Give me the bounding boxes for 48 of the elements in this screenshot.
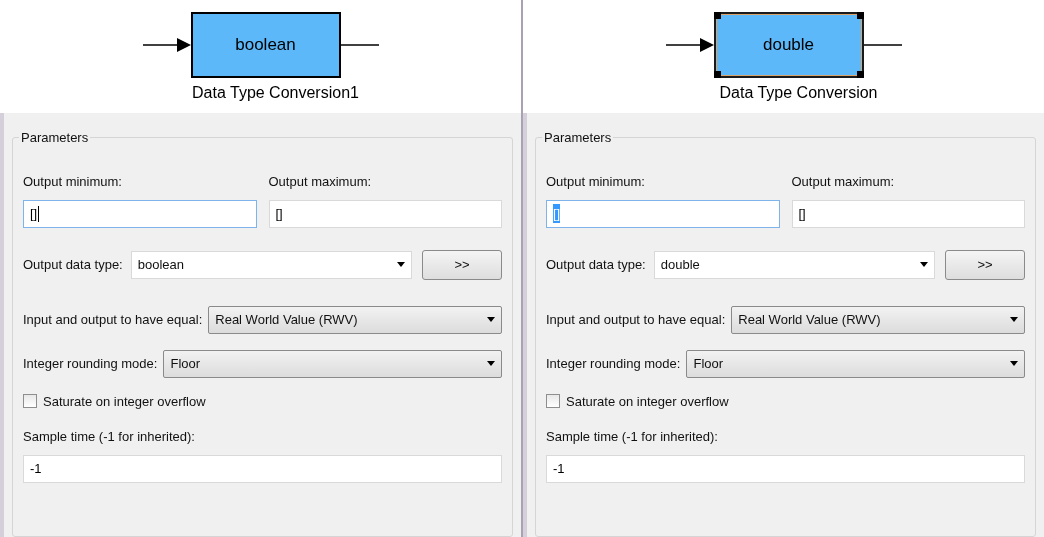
dropdown[interactable]: Real World Value (RWV) <box>208 305 502 334</box>
dropdown[interactable]: Floor <box>163 349 502 378</box>
checkbox[interactable] <box>546 394 560 409</box>
field-label: Output data type: <box>546 255 646 274</box>
checkbox-label: Saturate on integer overflow <box>566 392 729 411</box>
checkbox-label: Saturate on integer overflow <box>43 392 206 411</box>
dropdown-arrow-icon <box>397 262 405 267</box>
input-field[interactable]: -1 <box>546 454 1025 483</box>
output-line <box>863 43 902 47</box>
field-label: Input and output to have equal: <box>546 310 726 329</box>
field-label: Integer rounding mode: <box>546 354 681 373</box>
dropdown-arrow-icon <box>1010 317 1018 322</box>
dropdown[interactable]: Floor <box>686 349 1025 378</box>
field-label: Output maximum: <box>268 173 373 191</box>
field-label: Output minimum: <box>546 173 646 191</box>
show-assistant-button[interactable]: >> <box>945 249 1025 280</box>
show-assistant-button[interactable]: >> <box>422 249 502 280</box>
field-label: Sample time (-1 for inherited): <box>23 428 196 446</box>
conversion-block[interactable]: double <box>713 12 864 78</box>
selection-handle[interactable] <box>713 71 721 78</box>
dropdown[interactable]: Real World Value (RWV) <box>731 305 1025 334</box>
block-name: Data Type Conversion <box>719 83 878 103</box>
dropdown-arrow-icon <box>920 262 928 267</box>
dropdown[interactable]: double <box>653 250 935 279</box>
field-label: Output maximum: <box>791 173 896 191</box>
dropdown[interactable]: boolean <box>130 250 412 279</box>
input-field[interactable]: [] <box>791 199 1025 228</box>
field-label: Sample time (-1 for inherited): <box>546 428 719 446</box>
conversion-block[interactable]: boolean <box>190 12 341 78</box>
field-label: Output minimum: <box>23 173 123 191</box>
checkbox[interactable] <box>23 394 37 409</box>
dropdown-arrow-icon <box>487 317 495 322</box>
input-field[interactable]: [] <box>268 199 502 228</box>
field-label: Output data type: <box>23 255 123 274</box>
field-label: Integer rounding mode: <box>23 354 158 373</box>
block-name: Data Type Conversion1 <box>192 83 359 103</box>
dropdown-arrow-icon <box>1010 361 1018 366</box>
dropdown-arrow-icon <box>487 361 495 366</box>
selection-handle[interactable] <box>713 12 721 19</box>
input-arrow <box>142 37 191 53</box>
input-field[interactable]: -1 <box>23 454 502 483</box>
field-label: Input and output to have equal: <box>23 310 203 329</box>
input-arrow <box>665 37 714 53</box>
output-line <box>340 43 379 47</box>
selection-handle[interactable] <box>856 12 864 19</box>
input-field[interactable]: [] <box>23 199 257 228</box>
text-cursor <box>38 205 40 222</box>
selection-handle[interactable] <box>856 71 864 78</box>
